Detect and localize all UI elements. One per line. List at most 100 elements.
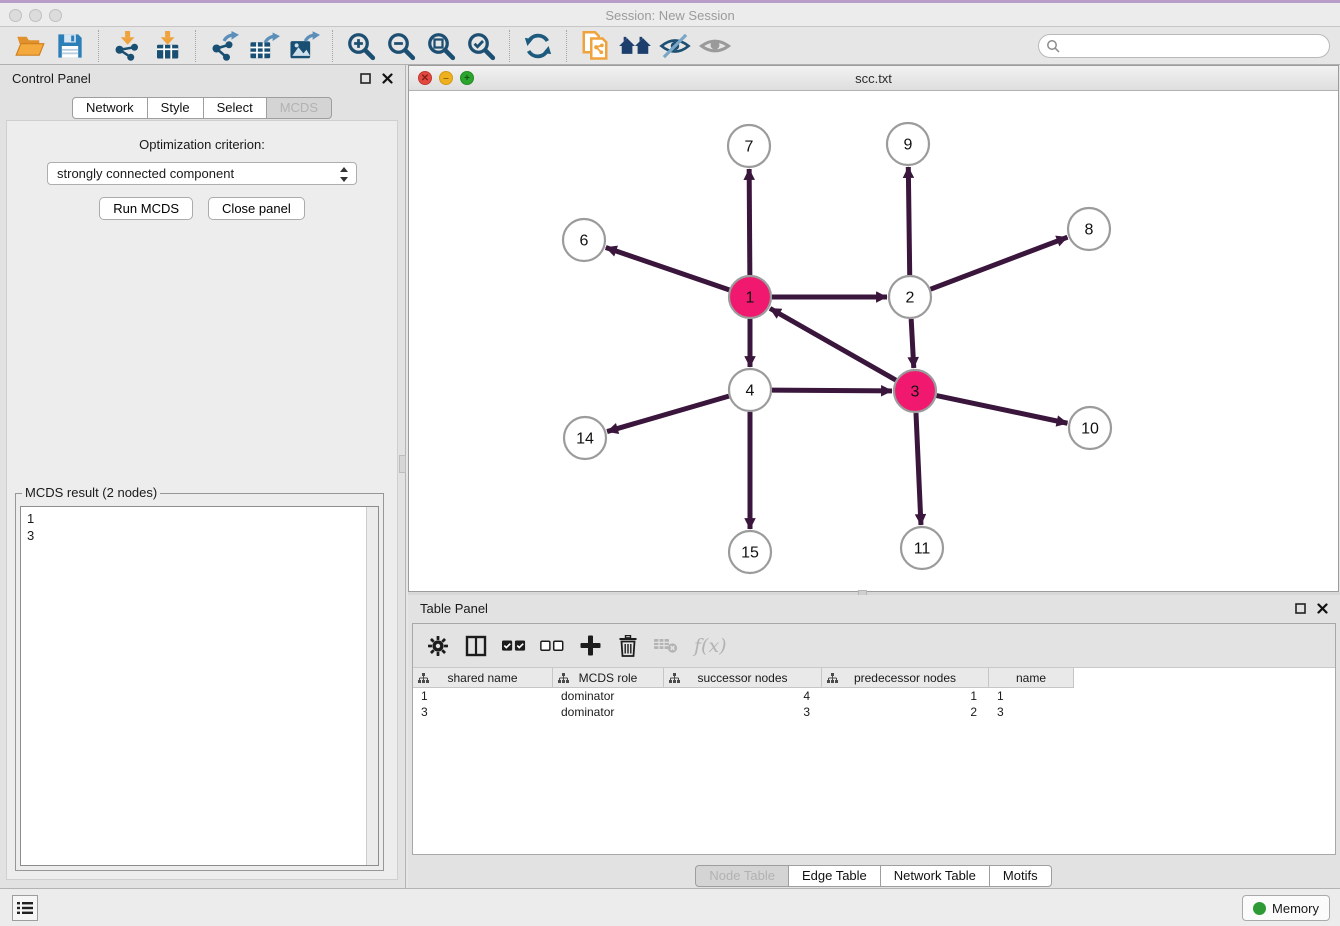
network-window-titlebar[interactable]: ✕ – + scc.txt — [409, 66, 1338, 91]
cell-predecessor-nodes[interactable]: 1 — [822, 688, 989, 704]
svg-text:2: 2 — [906, 290, 915, 307]
tab-network[interactable]: Network — [72, 97, 148, 119]
cell-shared-name[interactable]: 3 — [413, 704, 553, 720]
toolbar-separator — [332, 30, 333, 62]
node-4[interactable]: 4 — [729, 369, 771, 411]
table-settings-gear-icon[interactable] — [426, 634, 450, 658]
task-history-button[interactable] — [12, 895, 38, 921]
save-session-icon[interactable] — [53, 30, 87, 62]
edge-3-10[interactable] — [937, 396, 1068, 424]
column-header-shared-name[interactable]: shared name — [413, 668, 553, 688]
node-table: f(x) shared nameMCDS rolesuccessor nodes… — [412, 623, 1336, 855]
tab-style[interactable]: Style — [147, 97, 204, 119]
cell-name[interactable]: 1 — [989, 688, 1074, 704]
cell-shared-name[interactable]: 1 — [413, 688, 553, 704]
optimization-criterion-select[interactable]: strongly connected component — [47, 162, 357, 185]
column-header-name[interactable]: name — [989, 668, 1074, 688]
import-network-icon[interactable] — [110, 30, 144, 62]
node-1[interactable]: 1 — [729, 276, 771, 318]
node-11[interactable]: 11 — [901, 527, 943, 569]
table-tab-network-table[interactable]: Network Table — [880, 865, 990, 887]
edge-3-11[interactable] — [916, 413, 921, 525]
table-tab-motifs[interactable]: Motifs — [989, 865, 1052, 887]
node-7[interactable]: 7 — [728, 125, 770, 167]
table-panel: Table Panel — [408, 595, 1340, 888]
node-10[interactable]: 10 — [1069, 407, 1111, 449]
table-tab-edge-table[interactable]: Edge Table — [788, 865, 881, 887]
zoom-out-icon[interactable] — [384, 30, 418, 62]
mcds-result-line: 3 — [27, 527, 372, 544]
control-panel-tabs: NetworkStyleSelectMCDS — [0, 97, 405, 119]
search-input[interactable] — [1038, 34, 1330, 58]
node-9[interactable]: 9 — [887, 123, 929, 165]
edge-1-7[interactable] — [749, 169, 750, 275]
svg-text:10: 10 — [1081, 421, 1099, 438]
cell-mcds-role[interactable]: dominator — [553, 704, 664, 720]
svg-text:7: 7 — [745, 139, 754, 156]
zoom-selected-icon[interactable] — [464, 30, 498, 62]
network-close-icon[interactable]: ✕ — [418, 71, 432, 85]
table-row[interactable]: 1dominator411 — [413, 688, 1335, 704]
home-view-icon[interactable] — [618, 30, 652, 62]
cell-successor-nodes[interactable]: 4 — [664, 688, 822, 704]
column-visibility-icon[interactable] — [464, 634, 488, 658]
node-15[interactable]: 15 — [729, 531, 771, 573]
export-table-icon[interactable] — [247, 30, 281, 62]
cell-predecessor-nodes[interactable]: 2 — [822, 704, 989, 720]
float-panel-icon[interactable] — [359, 72, 371, 84]
column-header-predecessor-nodes[interactable]: predecessor nodes — [822, 668, 989, 688]
cell-mcds-role[interactable]: dominator — [553, 688, 664, 704]
tab-mcds[interactable]: MCDS — [266, 97, 332, 119]
edge-2-3[interactable] — [911, 319, 914, 368]
close-panel-icon[interactable] — [381, 72, 393, 84]
run-mcds-button[interactable]: Run MCDS — [99, 197, 193, 220]
svg-text:6: 6 — [580, 233, 589, 250]
export-image-icon[interactable] — [287, 30, 321, 62]
float-table-panel-icon[interactable] — [1294, 602, 1306, 614]
zoom-fit-icon[interactable] — [424, 30, 458, 62]
node-14[interactable]: 14 — [564, 417, 606, 459]
table-row[interactable]: 3dominator323 — [413, 704, 1335, 720]
zoom-in-icon[interactable] — [344, 30, 378, 62]
panel-splitter-grip[interactable] — [399, 455, 406, 473]
memory-status-icon — [1253, 902, 1266, 915]
network-maximize-icon[interactable]: + — [460, 71, 474, 85]
select-all-rows-icon[interactable] — [502, 634, 526, 658]
mcds-result-title: MCDS result (2 nodes) — [22, 485, 160, 500]
deselect-all-rows-icon[interactable] — [540, 634, 564, 658]
copy-network-icon[interactable] — [578, 30, 612, 62]
close-table-panel-icon[interactable] — [1316, 602, 1328, 614]
cell-successor-nodes[interactable]: 3 — [664, 704, 822, 720]
table-tab-node-table[interactable]: Node Table — [695, 865, 789, 887]
optimization-criterion-label: Optimization criterion: — [7, 137, 397, 152]
tab-select[interactable]: Select — [203, 97, 267, 119]
export-network-icon[interactable] — [207, 30, 241, 62]
add-column-icon[interactable] — [578, 634, 602, 658]
result-scrollbar[interactable] — [366, 507, 378, 865]
refresh-view-icon[interactable] — [521, 30, 555, 62]
edge-4-3[interactable] — [772, 390, 892, 391]
edge-2-9[interactable] — [908, 167, 909, 275]
hide-graphics-eye-icon[interactable] — [658, 30, 692, 62]
close-panel-button[interactable]: Close panel — [208, 197, 305, 220]
delete-column-trash-icon[interactable] — [616, 634, 640, 658]
show-graphics-eye-icon[interactable] — [698, 30, 732, 62]
node-3[interactable]: 3 — [894, 370, 936, 412]
network-canvas[interactable]: 1 2 3 4 6 7 8 9 10 11 14 15 — [409, 91, 1338, 591]
edge-1-6[interactable] — [606, 247, 729, 289]
column-header-successor-nodes[interactable]: successor nodes — [664, 668, 822, 688]
edge-2-8[interactable] — [931, 237, 1068, 289]
mcds-result-line: 1 — [27, 510, 372, 527]
import-table-icon[interactable] — [150, 30, 184, 62]
node-8[interactable]: 8 — [1068, 208, 1110, 250]
edge-3-1[interactable] — [770, 308, 896, 380]
open-folder-icon[interactable] — [13, 30, 47, 62]
edge-4-14[interactable] — [607, 396, 729, 431]
column-header-mcds-role[interactable]: MCDS role — [553, 668, 664, 688]
node-2[interactable]: 2 — [889, 276, 931, 318]
node-6[interactable]: 6 — [563, 219, 605, 261]
network-minimize-icon[interactable]: – — [439, 71, 453, 85]
memory-button[interactable]: Memory — [1242, 895, 1330, 921]
cell-name[interactable]: 3 — [989, 704, 1074, 720]
network-graph[interactable]: 1 2 3 4 6 7 8 9 10 11 14 15 — [409, 91, 1338, 591]
